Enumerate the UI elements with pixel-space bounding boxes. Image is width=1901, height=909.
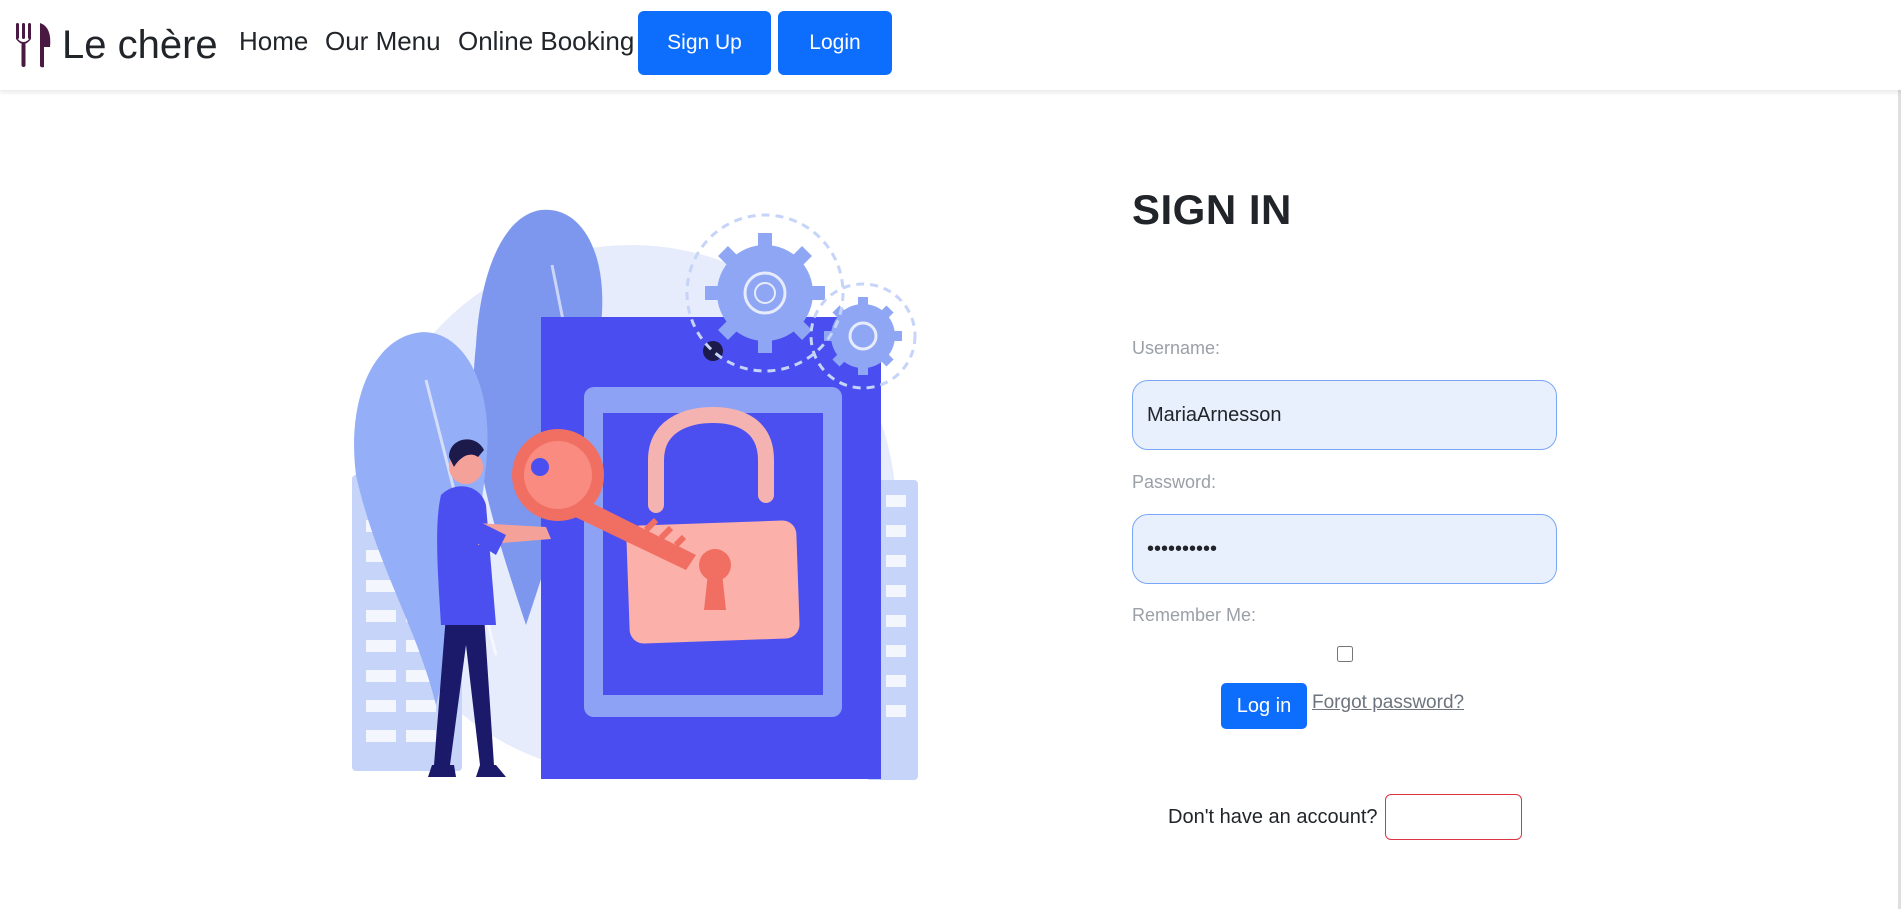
- username-input[interactable]: [1132, 380, 1557, 450]
- brand-name: Le chère: [62, 23, 218, 67]
- navbar: Le chère Home Our Menu Online Booking Si…: [0, 0, 1901, 91]
- login-submit-button[interactable]: Log in: [1221, 683, 1307, 729]
- brand[interactable]: Le chère: [14, 18, 218, 72]
- remember-me-checkbox[interactable]: [1337, 646, 1353, 662]
- unlock-illustration: [352, 209, 918, 780]
- register-button[interactable]: [1385, 794, 1522, 840]
- password-input[interactable]: [1132, 514, 1557, 584]
- login-nav-button[interactable]: Login: [778, 11, 892, 75]
- remember-me-label: Remember Me:: [1132, 605, 1257, 625]
- signup-button[interactable]: Sign Up: [638, 11, 771, 75]
- nav-link-our-menu[interactable]: Our Menu: [325, 24, 441, 58]
- cutlery-icon: [16, 23, 51, 68]
- forgot-password-link[interactable]: Forgot password?: [1312, 692, 1464, 714]
- signin-title: SIGN IN: [1132, 186, 1292, 233]
- nav-link-online-booking[interactable]: Online Booking: [458, 24, 634, 58]
- no-account-text: Don't have an account?: [1168, 806, 1378, 828]
- nav-link-home[interactable]: Home: [239, 24, 308, 58]
- username-label: Username:: [1132, 338, 1221, 358]
- password-label: Password:: [1132, 472, 1217, 492]
